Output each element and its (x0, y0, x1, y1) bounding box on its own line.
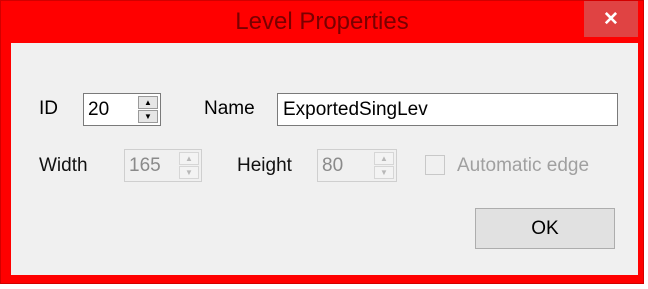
width-value[interactable]: 165 (129, 155, 161, 177)
id-spinbox[interactable]: 20 ▲ ▼ (83, 93, 161, 126)
id-spin-buttons[interactable]: ▲ ▼ (138, 96, 158, 123)
height-spinbox[interactable]: 80 ▲ ▼ (317, 149, 397, 182)
dialog-client-area: ID 20 ▲ ▼ Name ExportedSingLev Width 165… (11, 43, 638, 275)
width-spin-up-icon[interactable]: ▲ (179, 152, 199, 165)
id-value[interactable]: 20 (88, 99, 109, 121)
width-spinbox[interactable]: 165 ▲ ▼ (124, 149, 202, 182)
height-value[interactable]: 80 (322, 155, 343, 177)
automatic-edge-checkbox[interactable] (425, 155, 445, 175)
automatic-edge-label: Automatic edge (457, 155, 590, 176)
width-label: Width (39, 155, 88, 176)
id-spin-up-icon[interactable]: ▲ (138, 96, 158, 109)
id-spin-down-icon[interactable]: ▼ (138, 110, 158, 123)
width-spin-buttons[interactable]: ▲ ▼ (179, 152, 199, 179)
height-label: Height (237, 155, 292, 176)
close-icon: ✕ (603, 8, 619, 30)
name-field[interactable]: ExportedSingLev (277, 93, 618, 126)
id-label: ID (39, 98, 58, 119)
ok-button[interactable]: OK (475, 208, 615, 249)
ok-button-label: OK (531, 217, 559, 239)
height-spin-down-icon[interactable]: ▼ (374, 166, 394, 179)
title-bar[interactable]: Level Properties ✕ (1, 1, 643, 39)
name-value[interactable]: ExportedSingLev (283, 99, 428, 121)
dialog-window: Level Properties ✕ ID 20 ▲ ▼ Name Export… (0, 0, 644, 284)
close-button[interactable]: ✕ (584, 1, 638, 37)
name-label: Name (204, 98, 255, 119)
window-title: Level Properties (235, 8, 409, 35)
width-spin-down-icon[interactable]: ▼ (179, 166, 199, 179)
height-spin-buttons[interactable]: ▲ ▼ (374, 152, 394, 179)
height-spin-up-icon[interactable]: ▲ (374, 152, 394, 165)
